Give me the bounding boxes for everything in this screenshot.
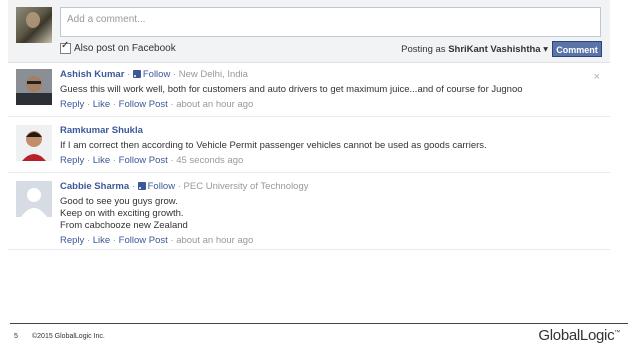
comment-text: Good to see you guys grow. Keep on with …	[60, 196, 590, 232]
author-location: New Delhi, India	[178, 69, 248, 80]
follow-post-link[interactable]: Follow Post	[119, 235, 168, 246]
trademark-mark: ™	[614, 330, 620, 336]
avatar[interactable]	[16, 69, 52, 105]
separator: ·	[172, 69, 177, 80]
like-link[interactable]: Like	[93, 155, 110, 166]
reply-link[interactable]: Reply	[60, 99, 84, 110]
rss-icon	[132, 70, 141, 78]
comment-line: Keep on with exciting growth.	[60, 208, 184, 219]
close-icon[interactable]: ×	[594, 71, 600, 83]
follow-post-link[interactable]: Follow Post	[119, 155, 168, 166]
comment-line: From cabchooze new Zealand	[60, 220, 188, 231]
separator: ·	[170, 235, 174, 246]
separator: ·	[86, 235, 91, 246]
separator: ·	[127, 69, 131, 80]
avatar[interactable]	[16, 125, 52, 161]
current-user-avatar	[16, 7, 52, 43]
page-number: 5	[14, 333, 18, 340]
separator: ·	[177, 181, 181, 192]
separator: ·	[86, 155, 91, 166]
author-name[interactable]: Cabbie Sharma	[60, 181, 129, 192]
posting-as-name[interactable]: ShriKant Vashishtha	[448, 44, 540, 55]
caret-down-icon[interactable]: ▾	[543, 44, 548, 55]
separator: ·	[112, 155, 116, 166]
footer-divider	[10, 323, 628, 324]
separator: ·	[112, 235, 116, 246]
logo-text: GlobalLogic	[538, 327, 615, 344]
comment-line: Good to see you guys grow.	[60, 196, 178, 207]
also-post-option[interactable]: Also post on Facebook	[60, 40, 176, 54]
separator: ·	[112, 99, 116, 110]
timestamp[interactable]: about an hour ago	[176, 235, 253, 246]
comment-text: Guess this will work well, both for cust…	[60, 84, 523, 95]
rss-icon	[137, 182, 146, 190]
also-post-label: Also post on Facebook	[74, 43, 176, 54]
comment-input[interactable]: Add a comment...	[60, 7, 601, 37]
follow-link[interactable]: Follow	[148, 181, 175, 192]
default-avatar[interactable]	[16, 181, 52, 217]
separator: ·	[170, 155, 174, 166]
comment-composer: Add a comment... Also post on Facebook P…	[8, 0, 610, 63]
separator: ·	[170, 99, 174, 110]
author-name[interactable]: Ramkumar Shukla	[60, 125, 143, 136]
like-link[interactable]: Like	[93, 235, 110, 246]
follow-link[interactable]: Follow	[143, 69, 170, 80]
timestamp[interactable]: 45 seconds ago	[176, 155, 243, 166]
reply-link[interactable]: Reply	[60, 155, 84, 166]
reply-link[interactable]: Reply	[60, 235, 84, 246]
posting-as[interactable]: Posting as ShriKant Vashishtha ▾	[401, 44, 548, 55]
comment-item: Ramkumar Shukla If I am correct then acc…	[8, 125, 610, 173]
timestamp[interactable]: about an hour ago	[176, 99, 253, 110]
globallogic-logo: GlobalLogic™	[538, 327, 620, 344]
posting-as-prefix: Posting as	[401, 44, 446, 55]
also-post-checkbox[interactable]	[60, 40, 71, 54]
copyright-text: ©2015 GlobalLogic Inc.	[32, 333, 105, 340]
author-name[interactable]: Ashish Kumar	[60, 69, 124, 80]
author-location: PEC University of Technology	[183, 181, 309, 192]
comment-item: Ashish Kumar · Follow · New Delhi, India…	[8, 69, 610, 117]
follow-post-link[interactable]: Follow Post	[119, 99, 168, 110]
comment-item: Cabbie Sharma · Follow · PEC University …	[8, 181, 610, 250]
facebook-comments-widget: Add a comment... Also post on Facebook P…	[8, 0, 610, 262]
comment-button[interactable]: Comment	[552, 41, 602, 57]
like-link[interactable]: Like	[93, 99, 110, 110]
comment-text: If I am correct then according to Vehicl…	[60, 140, 487, 151]
separator: ·	[86, 99, 91, 110]
separator: ·	[131, 181, 135, 192]
